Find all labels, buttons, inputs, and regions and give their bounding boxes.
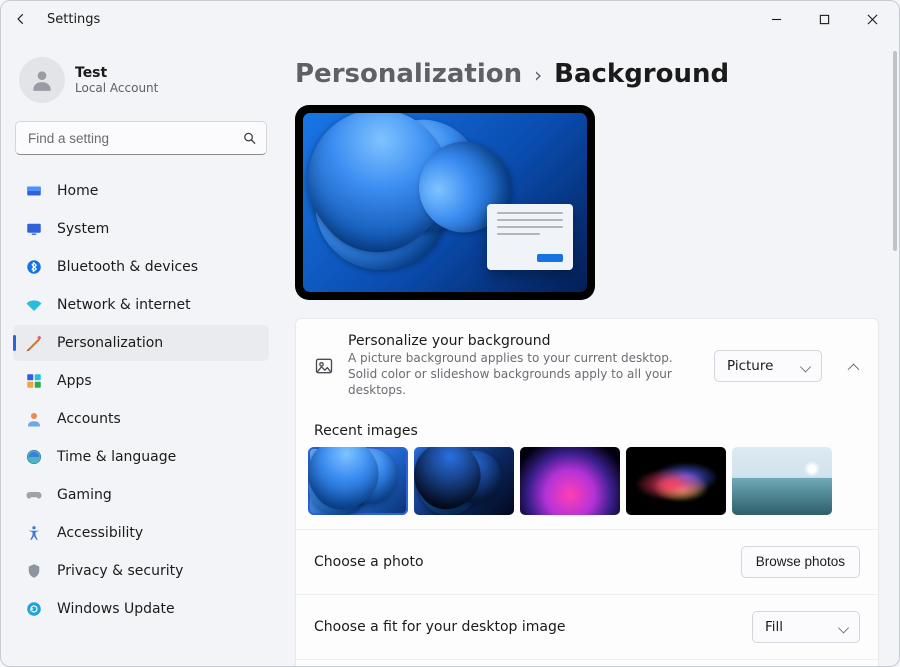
accessibility-icon <box>25 524 43 542</box>
window-title: Settings <box>47 12 100 27</box>
nav-label: Network & internet <box>57 297 191 313</box>
choose-fit-row: Choose a fit for your desktop image Fill <box>296 594 878 659</box>
search-box <box>15 121 267 155</box>
page-title: Background <box>554 59 729 89</box>
sidebar: Test Local Account Home System <box>1 37 281 666</box>
nav-privacy[interactable]: Privacy & security <box>13 553 269 589</box>
preview-window-card <box>487 204 573 270</box>
personalization-icon <box>25 334 43 352</box>
recent-images-label: Recent images <box>296 413 878 447</box>
personalize-desc: A picture background applies to your cur… <box>348 350 700 399</box>
background-settings-card: Personalize your background A picture ba… <box>295 318 879 666</box>
personalize-background-row[interactable]: Personalize your background A picture ba… <box>296 319 878 413</box>
profile-block[interactable]: Test Local Account <box>13 53 269 117</box>
nav-home[interactable]: Home <box>13 173 269 209</box>
avatar-icon <box>19 57 65 103</box>
search-input[interactable] <box>15 121 267 155</box>
background-mode-select[interactable]: Picture <box>714 350 822 382</box>
nav-label: System <box>57 221 109 237</box>
nav-label: Bluetooth & devices <box>57 259 198 275</box>
recent-thumb-2[interactable] <box>520 447 620 515</box>
nav-system[interactable]: System <box>13 211 269 247</box>
titlebar: Settings <box>1 1 899 37</box>
system-icon <box>25 220 43 238</box>
content-pane: Personalization › Background <box>281 37 899 666</box>
picture-icon <box>314 356 334 376</box>
apps-icon <box>25 372 43 390</box>
home-icon <box>25 182 43 200</box>
depth-effects-row: Depth effects When available, use AI to … <box>296 659 878 666</box>
recent-thumb-3[interactable] <box>626 447 726 515</box>
accounts-icon <box>25 410 43 428</box>
recent-images-section: Recent images <box>296 413 878 529</box>
nav-label: Privacy & security <box>57 563 183 579</box>
fit-select[interactable]: Fill <box>752 611 860 643</box>
privacy-icon <box>25 562 43 580</box>
minimize-button[interactable] <box>755 4 797 34</box>
bluetooth-icon <box>25 258 43 276</box>
update-icon <box>25 600 43 618</box>
nav-label: Windows Update <box>57 601 175 617</box>
browse-photos-button[interactable]: Browse photos <box>741 546 860 578</box>
breadcrumb-parent[interactable]: Personalization <box>295 59 522 89</box>
choose-fit-label: Choose a fit for your desktop image <box>314 619 738 635</box>
nav-accessibility[interactable]: Accessibility <box>13 515 269 551</box>
nav-label: Accounts <box>57 411 121 427</box>
profile-name: Test <box>75 65 158 81</box>
scrollbar[interactable] <box>893 51 897 251</box>
nav-label: Home <box>57 183 98 199</box>
nav-accounts[interactable]: Accounts <box>13 401 269 437</box>
nav-network[interactable]: Network & internet <box>13 287 269 323</box>
breadcrumb: Personalization › Background <box>295 59 879 89</box>
back-button[interactable] <box>7 5 35 33</box>
nav-list: Home System Bluetooth & devices Network … <box>13 173 269 627</box>
nav-apps[interactable]: Apps <box>13 363 269 399</box>
choose-photo-row: Choose a photo Browse photos <box>296 529 878 594</box>
nav-update[interactable]: Windows Update <box>13 591 269 627</box>
nav-time[interactable]: Time & language <box>13 439 269 475</box>
close-button[interactable] <box>851 4 893 34</box>
nav-gaming[interactable]: Gaming <box>13 477 269 513</box>
recent-thumb-1[interactable] <box>414 447 514 515</box>
chevron-right-icon: › <box>534 63 542 87</box>
nav-label: Personalization <box>57 335 163 351</box>
nav-personalization[interactable]: Personalization <box>13 325 269 361</box>
recent-thumb-0[interactable] <box>308 447 408 515</box>
personalize-title: Personalize your background <box>348 333 700 349</box>
profile-account-type: Local Account <box>75 81 158 95</box>
nav-bluetooth[interactable]: Bluetooth & devices <box>13 249 269 285</box>
maximize-button[interactable] <box>803 4 845 34</box>
settings-window: Settings Test Local Account <box>0 0 900 667</box>
choose-photo-label: Choose a photo <box>314 554 727 570</box>
network-icon <box>25 296 43 314</box>
recent-thumb-4[interactable] <box>732 447 832 515</box>
desktop-preview <box>295 105 595 300</box>
nav-label: Accessibility <box>57 525 143 541</box>
nav-label: Gaming <box>57 487 112 503</box>
time-icon <box>25 448 43 466</box>
collapse-icon[interactable] <box>846 361 860 375</box>
search-icon <box>242 131 257 146</box>
nav-label: Time & language <box>57 449 176 465</box>
gaming-icon <box>25 486 43 504</box>
nav-label: Apps <box>57 373 92 389</box>
